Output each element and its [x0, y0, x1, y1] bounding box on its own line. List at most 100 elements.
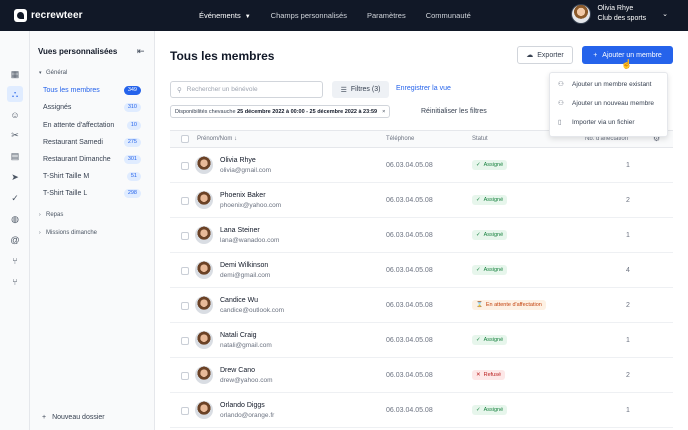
row-checkbox[interactable] [181, 337, 189, 345]
row-checkbox[interactable] [181, 162, 189, 170]
views-sidebar: Vues personnalisées ⇤ ▾ Général Tous les … [30, 31, 155, 430]
view-count-badge: 349 [123, 86, 141, 95]
chip-prefix: Disponibilités chevauche [175, 108, 236, 115]
status-label: Assigné [483, 337, 504, 343]
select-all-checkbox[interactable] [181, 135, 189, 143]
avatar [195, 366, 213, 384]
view-label: Tous les membres [43, 87, 100, 94]
search-input[interactable]: ⚲ Rechercher un bénévole [170, 81, 323, 98]
group-general[interactable]: ▾ Général [39, 70, 67, 76]
status-badge: ✓ Assigné [472, 335, 508, 345]
table-row[interactable]: Demi Wilkinson demi@gmail.com 06.03.04.0… [170, 253, 673, 288]
check-icon: ✓ [476, 337, 481, 343]
send-icon[interactable]: ➤ [7, 169, 23, 185]
app-logo[interactable]: recrewteer [14, 9, 83, 22]
view-item-tshirt-l[interactable]: T-Shirt Taille L 298 [43, 187, 141, 200]
member-phone: 06.03.04.05.08 [386, 372, 433, 379]
row-checkbox[interactable] [181, 197, 189, 205]
assignment-count: 2 [626, 197, 630, 204]
view-count-badge: 10 [126, 121, 141, 130]
member-name: Demi Wilkinson [220, 262, 269, 269]
row-checkbox[interactable] [181, 302, 189, 310]
status-label: Refusé [483, 372, 502, 378]
table-row[interactable]: Phoenix Baker phoenix@yahoo.com 06.03.04… [170, 183, 673, 218]
dropdown-label: Importer via un fichier [572, 118, 635, 126]
view-item-restaurant-dimanche[interactable]: Restaurant Dimanche 301 [43, 153, 141, 166]
table-row[interactable]: Drew Cano drew@yahoo.com 06.03.04.05.08 … [170, 358, 673, 393]
at-sign-icon[interactable]: @ [7, 232, 23, 248]
group-repas[interactable]: › Repas [39, 212, 63, 218]
status-label: Assigné [483, 267, 504, 273]
view-item-tous-les-membres[interactable]: Tous les membres 349 [43, 84, 141, 97]
assignment-count: 2 [626, 372, 630, 379]
branch-icon[interactable]: ⑂ [7, 253, 23, 269]
check-circle-icon[interactable]: ✓ [7, 190, 23, 206]
member-name: Drew Cano [220, 367, 256, 374]
reset-filters-link[interactable]: Réinitialiser les filtres [421, 108, 487, 115]
export-button[interactable]: ☁ Exporter [517, 46, 573, 64]
org-chart-icon[interactable]: ⛬ [7, 86, 23, 102]
avatar [195, 156, 213, 174]
view-label: Assignés [43, 104, 72, 111]
member-phone: 06.03.04.05.08 [386, 232, 433, 239]
save-view-link[interactable]: Enregistrer la vue [396, 85, 451, 92]
view-count-badge: 275 [123, 138, 141, 147]
dropdown-label: Ajouter un nouveau membre [572, 99, 655, 107]
nav-champs[interactable]: Champs personnalisés [271, 11, 347, 20]
logo-text: recrewteer [31, 10, 83, 21]
row-checkbox[interactable] [181, 407, 189, 415]
row-checkbox[interactable] [181, 232, 189, 240]
column-header-phone[interactable]: Téléphone [386, 136, 414, 142]
member-phone: 06.03.04.05.08 [386, 302, 433, 309]
tools-icon[interactable]: ✂ [7, 127, 23, 143]
filters-button[interactable]: ☰ Filtres (3) [332, 81, 389, 98]
sort-arrow-icon: ↓ [234, 136, 238, 142]
check-icon: ✓ [476, 197, 481, 203]
table-row[interactable]: Olivia Rhye olivia@gmail.com 06.03.04.05… [170, 148, 673, 183]
view-item-restaurant-samedi[interactable]: Restaurant Samedi 275 [43, 136, 141, 149]
main-content: Tous les membres ☁ Exporter + Ajouter un… [155, 31, 688, 430]
user-menu[interactable]: Olivia Rhye Club des sports ⌄ [571, 4, 668, 24]
grid-icon[interactable]: ▦ [7, 66, 23, 82]
column-header-name[interactable]: Prénom/Nom ↓ [197, 136, 237, 142]
table-row[interactable]: Candice Wu candice@outlook.com 06.03.04.… [170, 288, 673, 323]
table-row[interactable]: Lana Steiner lana@wanadoo.com 06.03.04.0… [170, 218, 673, 253]
dropdown-item-existing-member[interactable]: ⚇ Ajouter un membre existant [558, 80, 651, 89]
table-row[interactable]: Orlando Diggs orlando@orange.fr 06.03.04… [170, 393, 673, 428]
check-icon: ✓ [476, 162, 481, 168]
row-checkbox[interactable] [181, 267, 189, 275]
caret-right-icon: › [39, 230, 41, 236]
row-checkbox[interactable] [181, 372, 189, 380]
document-icon[interactable]: ▤ [7, 148, 23, 164]
status-label: Assigné [483, 162, 504, 168]
nav-parametres[interactable]: Paramètres [367, 11, 406, 20]
globe-icon[interactable]: ◍ [7, 211, 23, 227]
table-row[interactable]: Natali Craig natali@gmail.com 06.03.04.0… [170, 323, 673, 358]
export-label: Exporter [537, 51, 564, 59]
status-label: Assigné [483, 407, 504, 413]
group-label: Missions dimanche [46, 230, 98, 236]
group-missions-dimanche[interactable]: › Missions dimanche [39, 230, 97, 236]
branch-alt-icon[interactable]: ⑂ [7, 274, 23, 290]
new-folder-button[interactable]: + Nouveau dossier [42, 414, 105, 421]
assignment-count: 1 [626, 337, 630, 344]
view-count-badge: 301 [123, 155, 141, 164]
status-badge: ✓ Assigné [472, 405, 508, 415]
view-item-tshirt-m[interactable]: T-Shirt Taille M 51 [43, 170, 141, 183]
dropdown-item-new-member[interactable]: ⚇ Ajouter un nouveau membre [558, 99, 655, 108]
users-icon[interactable]: ☺ [7, 107, 23, 123]
view-item-en-attente[interactable]: En attente d'affectation 10 [43, 119, 141, 132]
nav-communaute[interactable]: Communauté [426, 11, 471, 20]
dropdown-item-import-file[interactable]: ▯ Importer via un fichier [558, 118, 635, 127]
collapse-sidebar-icon[interactable]: ⇤ [137, 46, 145, 57]
view-label: Restaurant Samedi [43, 139, 103, 146]
nav-evenements[interactable]: Événements ▼ [199, 11, 251, 20]
member-email: phoenix@yahoo.com [220, 202, 282, 209]
column-header-status[interactable]: Statut [472, 136, 488, 142]
chevron-down-icon: ▼ [244, 14, 251, 20]
filter-chip[interactable]: Disponibilités chevauche 25 décembre 202… [170, 105, 391, 118]
close-icon[interactable]: × [382, 109, 385, 115]
status-badge: ✓ Assigné [472, 160, 508, 170]
user-icon: ⚇ [558, 81, 564, 88]
view-item-assignes[interactable]: Assignés 310 [43, 101, 141, 114]
